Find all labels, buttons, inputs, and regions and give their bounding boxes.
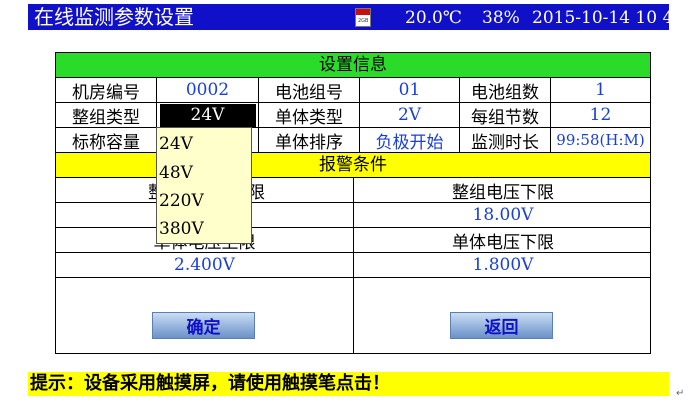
cell-type-field[interactable]: 2V <box>360 103 460 127</box>
title-bar: 在线监测参数设置 2GB 20.0℃ 38% 2015-10-14 10 47 <box>28 4 684 30</box>
cell-type-label: 单体类型 <box>259 103 360 128</box>
monitor-duration-field[interactable]: 99:58(H:M) <box>551 128 650 152</box>
cell-voltage-lower-field[interactable]: 1.800V <box>354 253 652 277</box>
window-title: 在线监测参数设置 <box>34 5 194 29</box>
paragraph-return-icon: ↵ <box>676 388 685 399</box>
settings-panel: 设置信息 机房编号 0002 电池组号 01 电池组数 1 整组类型 24V 单… <box>55 52 651 354</box>
room-number-field[interactable]: 0002 <box>157 78 259 102</box>
cell-order-label: 单体排序 <box>259 128 360 153</box>
confirm-button[interactable]: 确定 <box>152 312 255 339</box>
room-number-label: 机房编号 <box>56 78 157 103</box>
setup-row: 整组类型 24V 单体类型 2V 每组节数 12 <box>56 103 650 128</box>
setup-section-header: 设置信息 <box>56 53 650 78</box>
dropdown-option[interactable]: 48V <box>159 163 193 183</box>
cell-voltage-lower-label: 单体电压下限 <box>452 232 554 253</box>
hint-bar: 提示：设备采用触摸屏，请使用触摸笔点击！ <box>28 372 669 396</box>
humidity-readout: 38% <box>482 8 520 28</box>
cell-voltage-upper-field[interactable]: 2.400V <box>56 253 354 277</box>
button-cell-left: 确定 <box>56 278 354 353</box>
dropdown-option[interactable]: 24V <box>159 134 193 154</box>
alarm-section-header: 报警条件 <box>56 153 650 178</box>
nominal-capacity-label: 标称容量 <box>56 128 157 153</box>
datetime-readout: 2015-10-14 10 47 <box>532 8 685 28</box>
monitor-duration-label: 监测时长 <box>460 128 551 153</box>
cells-per-group-label: 每组节数 <box>460 103 551 128</box>
sd-card-capacity: 2GB <box>358 18 369 24</box>
sd-card-icon: 2GB <box>355 8 371 27</box>
group-type-dropdown: 24V 48V 220V 380V <box>156 127 252 244</box>
cell-order-field[interactable]: 负极开始 <box>360 128 460 153</box>
battery-group-number-label: 电池组号 <box>259 78 360 103</box>
group-type-label: 整组类型 <box>56 103 157 128</box>
group-type-selected-value: 24V <box>159 103 256 127</box>
dropdown-option[interactable]: 380V <box>159 219 204 239</box>
battery-group-count-field[interactable]: 1 <box>551 78 650 102</box>
cells-per-group-field[interactable]: 12 <box>551 103 650 127</box>
group-type-select[interactable]: 24V <box>157 103 259 127</box>
setup-row: 机房编号 0002 电池组号 01 电池组数 1 <box>56 78 650 103</box>
setup-row: 标称容量 单体排序 负极开始 监测时长 99:58(H:M) <box>56 128 650 153</box>
alarm-row: 2.400V 1.800V <box>56 253 650 278</box>
alarm-row: 18.00V <box>56 203 650 228</box>
alarm-row: 整 限 整组电压下限 <box>56 178 650 203</box>
dropdown-option[interactable]: 220V <box>159 191 204 211</box>
group-voltage-lower-label: 整组电压下限 <box>452 182 554 203</box>
hint-text: 提示：设备采用触摸屏，请使用触摸笔点击！ <box>30 373 390 394</box>
battery-group-number-field[interactable]: 01 <box>360 78 460 102</box>
battery-group-count-label: 电池组数 <box>460 78 551 103</box>
alarm-row: 单体电压上限 单体电压下限 <box>56 228 650 253</box>
back-button[interactable]: 返回 <box>450 312 553 339</box>
temperature-readout: 20.0℃ <box>405 8 462 28</box>
group-voltage-lower-field[interactable]: 18.00V <box>354 203 652 227</box>
button-row: 确定 返回 <box>56 278 650 353</box>
